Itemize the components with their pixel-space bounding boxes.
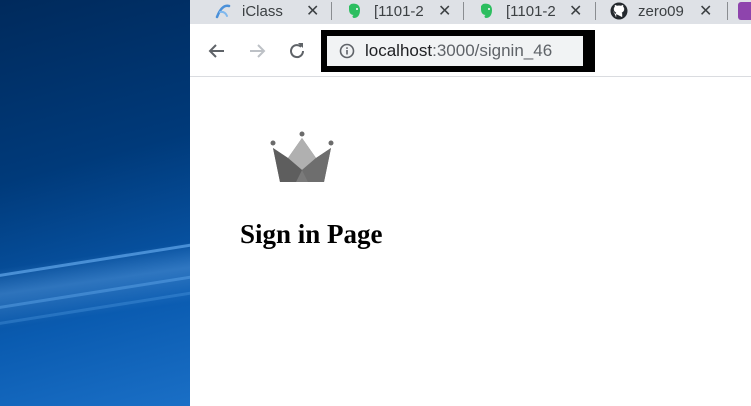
tab-partial-favicon[interactable]	[738, 2, 751, 20]
address-url[interactable]: localhost:3000/signin_46	[365, 41, 552, 61]
tab-strip: iClass ✕ [1101-2 ✕ [1101-2 ✕ zero09 ✕	[190, 0, 751, 24]
tab-title: [1101-2	[506, 2, 556, 20]
close-icon[interactable]: ✕	[438, 1, 451, 21]
arrow-left-icon	[208, 44, 224, 58]
url-host: localhost	[365, 41, 433, 60]
tab-separator	[463, 2, 464, 20]
browser-toolbar: localhost:3000/signin_46	[190, 24, 751, 77]
close-icon[interactable]: ✕	[699, 1, 712, 21]
tab-evernote-2[interactable]: [1101-2 ✕	[478, 0, 586, 22]
close-icon[interactable]: ✕	[569, 1, 582, 21]
tab-title: zero09	[638, 2, 684, 20]
back-button[interactable]	[206, 40, 228, 62]
github-icon	[610, 2, 628, 20]
tab-separator	[595, 2, 596, 20]
reload-icon	[290, 43, 305, 59]
evernote-icon	[478, 2, 496, 20]
forward-button[interactable]	[246, 40, 268, 62]
crown-icon	[270, 130, 336, 186]
browser-window: iClass ✕ [1101-2 ✕ [1101-2 ✕ zero09 ✕ lo…	[190, 0, 751, 406]
address-bar[interactable]: localhost:3000/signin_46	[327, 36, 583, 66]
iclass-icon	[214, 2, 232, 20]
evernote-icon	[346, 2, 364, 20]
info-icon[interactable]	[339, 43, 355, 59]
tab-separator	[331, 2, 332, 20]
tab-title: iClass	[242, 2, 283, 20]
page-content: Sign in Page	[190, 77, 751, 406]
tab-title: [1101-2	[374, 2, 424, 20]
url-path: :3000/signin_46	[432, 41, 553, 60]
tab-iclass[interactable]: iClass ✕	[214, 0, 326, 22]
reload-button[interactable]	[286, 40, 308, 62]
wallpaper-light-ray	[0, 239, 190, 280]
page-title: Sign in Page	[240, 219, 383, 249]
close-icon[interactable]: ✕	[306, 1, 319, 21]
tab-evernote-1[interactable]: [1101-2 ✕	[346, 0, 454, 22]
tab-github[interactable]: zero09 ✕	[610, 0, 720, 22]
tab-separator	[727, 2, 728, 20]
desktop-wallpaper	[0, 0, 190, 406]
arrow-right-icon	[250, 44, 266, 58]
address-bar-highlight: localhost:3000/signin_46	[321, 30, 595, 72]
